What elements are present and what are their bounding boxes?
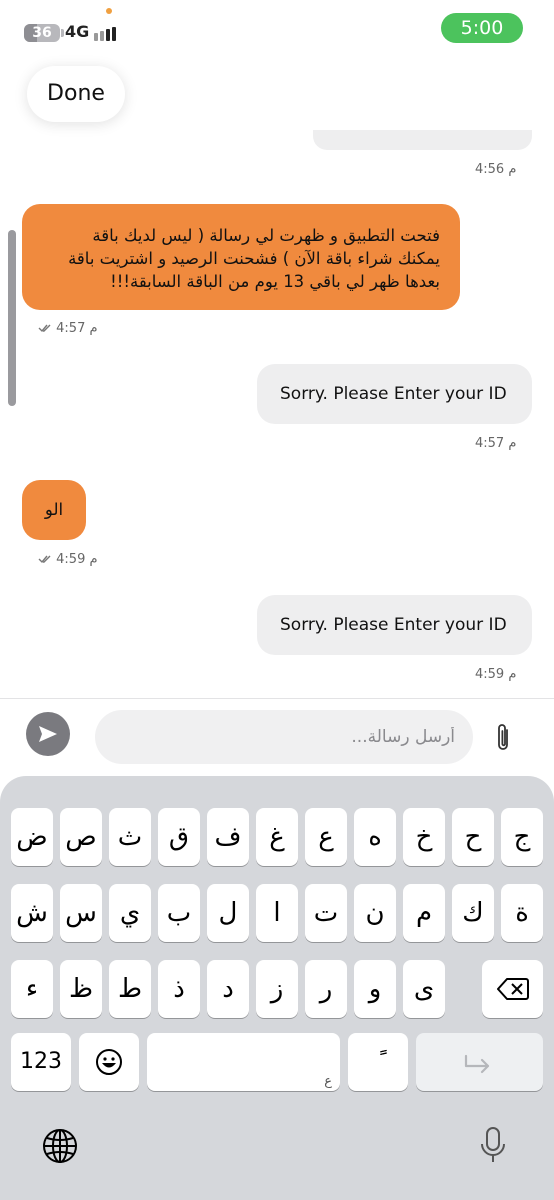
message-input[interactable] — [95, 710, 473, 764]
key-row1-3[interactable]: ق — [158, 808, 200, 866]
key-row1-5[interactable]: غ — [256, 808, 298, 866]
network-type: 4G — [65, 22, 90, 41]
key-row3-8[interactable]: ى — [403, 960, 445, 1018]
send-icon — [39, 726, 57, 742]
message-bubble-user[interactable]: فتحت التطبيق و ظهرت لي رسالة ( ليس لديك … — [22, 204, 460, 310]
key-row1-6[interactable]: ع — [305, 808, 347, 866]
key-row2-0[interactable]: ش — [11, 884, 53, 942]
message-text: Sorry. Please Enter your ID — [280, 615, 507, 635]
backspace-icon — [497, 978, 529, 1000]
space-key[interactable]: ع — [147, 1033, 340, 1091]
double-check-icon — [38, 324, 51, 333]
key-row2-3[interactable]: ب — [158, 884, 200, 942]
message-timestamp: 4:57 م — [56, 321, 98, 336]
numbers-key[interactable]: 123 — [11, 1033, 71, 1091]
diacritic-key[interactable]: ًً — [348, 1033, 408, 1091]
microphone-icon[interactable] — [480, 1126, 506, 1164]
message-timestamp-row: 4:57 م — [38, 321, 98, 336]
message-timestamp: 4:57 م — [475, 436, 517, 451]
key-row1-4[interactable]: ف — [207, 808, 249, 866]
key-row1-8[interactable]: خ — [403, 808, 445, 866]
message-line: بعدها ظهر لي باقي 13 يوم من الباقة الساب… — [110, 272, 440, 291]
message-text: الو — [44, 500, 64, 519]
message-timestamp: 4:59 م — [56, 552, 98, 567]
key-row1-9[interactable]: ح — [452, 808, 494, 866]
status-bar: 36 4G 5:00 — [0, 0, 554, 60]
message-text: Sorry. Please Enter your ID — [280, 384, 507, 404]
composer-divider — [0, 698, 554, 699]
key-row3-4[interactable]: د — [207, 960, 249, 1018]
keyboard: ضصثقفغعهخحج شسيبلاتنمكة ءظطذدزروى 123 ع … — [0, 776, 554, 1200]
key-row3-0[interactable]: ء — [11, 960, 53, 1018]
return-key[interactable] — [416, 1033, 543, 1091]
battery-icon: 36 — [24, 24, 60, 42]
done-button[interactable]: Done — [27, 66, 125, 122]
key-row2-6[interactable]: ت — [305, 884, 347, 942]
scrollbar[interactable] — [8, 230, 16, 406]
signal-icon — [94, 27, 116, 41]
emoji-key[interactable] — [79, 1033, 139, 1091]
send-button[interactable] — [26, 712, 70, 756]
key-row1-2[interactable]: ث — [109, 808, 151, 866]
key-row2-2[interactable]: ي — [109, 884, 151, 942]
message-bubble-agent-clipped — [313, 130, 532, 150]
key-row1-7[interactable]: ه — [354, 808, 396, 866]
battery-nub — [61, 29, 64, 37]
space-key-hint: ع — [324, 1074, 332, 1089]
message-text: فتحت التطبيق و ظهرت لي رسالة ( ليس لديك … — [68, 224, 440, 293]
message-bubble-agent[interactable]: Sorry. Please Enter your ID — [257, 595, 532, 655]
key-row3-2[interactable]: ط — [109, 960, 151, 1018]
key-row2-1[interactable]: س — [60, 884, 102, 942]
key-row1-1[interactable]: ص — [60, 808, 102, 866]
message-line: يمكنك شراء باقة الآن ) فشحنت الرصيد و اش… — [68, 249, 440, 268]
message-timestamp: 4:56 م — [475, 162, 517, 177]
key-row3-5[interactable]: ز — [256, 960, 298, 1018]
globe-icon[interactable] — [42, 1128, 78, 1164]
backspace-key[interactable] — [482, 960, 543, 1018]
key-row3-7[interactable]: و — [354, 960, 396, 1018]
key-row1-0[interactable]: ض — [11, 808, 53, 866]
paperclip-icon[interactable] — [490, 722, 516, 754]
message-timestamp: 4:59 م — [475, 667, 517, 682]
key-row2-5[interactable]: ا — [256, 884, 298, 942]
message-bubble-agent[interactable]: Sorry. Please Enter your ID — [257, 364, 532, 424]
emoji-icon — [96, 1049, 122, 1075]
privacy-indicator — [106, 8, 112, 14]
double-check-icon — [38, 555, 51, 564]
battery-percentage: 36 — [32, 25, 52, 41]
status-time[interactable]: 5:00 — [441, 13, 523, 43]
return-icon — [464, 1054, 490, 1074]
key-row3-1[interactable]: ظ — [60, 960, 102, 1018]
key-row2-9[interactable]: ك — [452, 884, 494, 942]
key-row3-6[interactable]: ر — [305, 960, 347, 1018]
key-row2-4[interactable]: ل — [207, 884, 249, 942]
key-row2-10[interactable]: ة — [501, 884, 543, 942]
key-row2-8[interactable]: م — [403, 884, 445, 942]
key-row2-7[interactable]: ن — [354, 884, 396, 942]
message-bubble-user[interactable]: الو — [22, 480, 86, 540]
key-row1-10[interactable]: ج — [501, 808, 543, 866]
key-row3-3[interactable]: ذ — [158, 960, 200, 1018]
message-timestamp-row: 4:59 م — [38, 552, 98, 567]
message-line: فتحت التطبيق و ظهرت لي رسالة ( ليس لديك … — [92, 226, 440, 245]
